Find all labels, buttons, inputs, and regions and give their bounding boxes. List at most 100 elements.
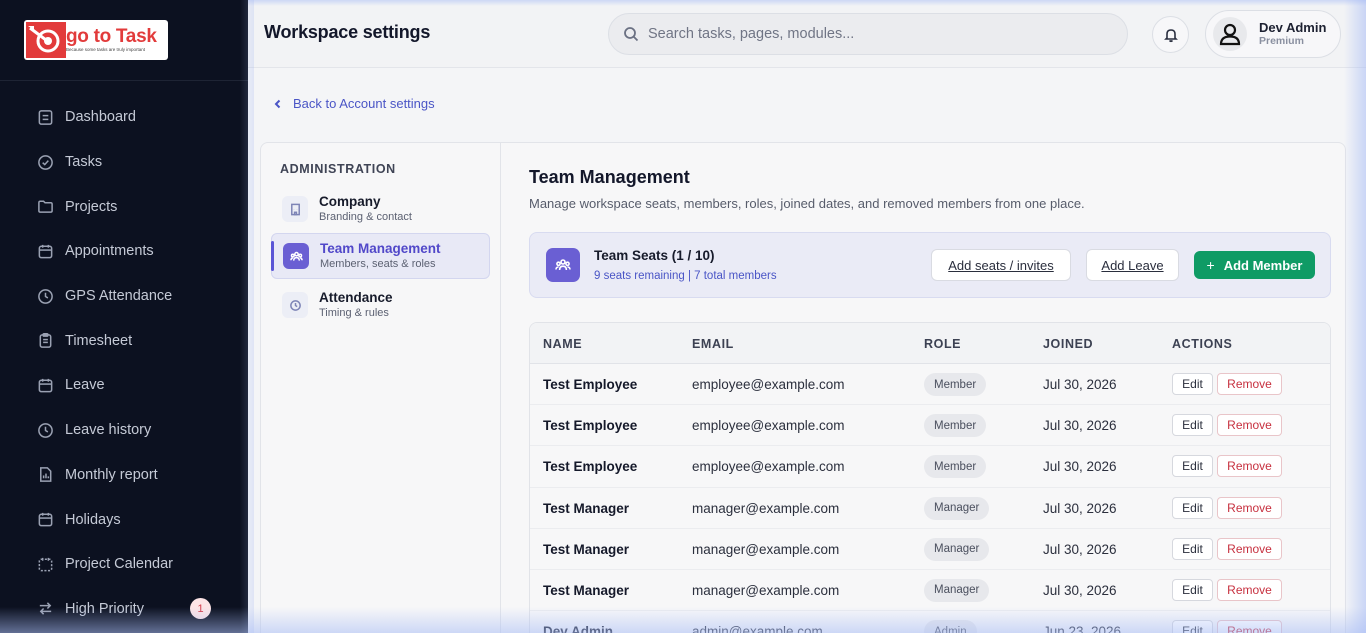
sidebar-item-label: Appointments xyxy=(65,243,154,260)
member-name: Test Manager xyxy=(543,541,630,557)
sidebar-item-project-calendar[interactable]: Project Calendar xyxy=(0,542,248,587)
sidebar-item-label: Monthly report xyxy=(65,466,158,483)
member-name: Test Employee xyxy=(543,459,638,475)
count-badge: 1 xyxy=(190,598,211,620)
member-joined-date: Jul 30, 2026 xyxy=(1043,541,1117,557)
member-name: Test Employee xyxy=(543,418,638,434)
sidebar-item-label: Projects xyxy=(65,198,118,215)
role-badge: Member xyxy=(924,373,987,396)
member-email: employee@example.com xyxy=(692,459,845,475)
sidebar-item-label: Dashboard xyxy=(65,109,136,126)
edit-member-button[interactable]: Edit xyxy=(1172,620,1213,633)
target-logo-icon xyxy=(26,22,66,58)
sidebar-nav: Dashboard Tasks Projects Appointments GP… xyxy=(0,81,248,631)
remove-member-button[interactable]: Remove xyxy=(1217,414,1282,437)
search-bar[interactable] xyxy=(608,13,1128,55)
add-member-label: Add Member xyxy=(1223,257,1303,273)
members-table: NAME EMAIL ROLE JOINED ACTIONS Test Empl… xyxy=(529,322,1331,633)
member-email: admin@example.com xyxy=(692,624,823,633)
sidebar-item-holidays[interactable]: Holidays xyxy=(0,497,248,542)
sidebar-item-dashboard[interactable]: Dashboard xyxy=(0,95,248,140)
notifications-button[interactable] xyxy=(1152,16,1189,53)
sidebar-item-label: Leave xyxy=(65,377,105,394)
remove-member-button[interactable]: Remove xyxy=(1217,620,1282,633)
logo-area: go to Task Because some tasks are truly … xyxy=(0,0,248,81)
sidebar-item-gps-attendance[interactable]: GPS Attendance xyxy=(0,274,248,319)
dashboard-icon xyxy=(36,108,54,126)
settings-nav-attendance[interactable]: Attendance Timing & rules xyxy=(271,282,490,328)
member-name: Test Manager xyxy=(543,500,630,516)
sidebar-item-timesheet[interactable]: Timesheet xyxy=(0,318,248,363)
clock-icon xyxy=(36,287,54,305)
sidebar-item-label: Project Calendar xyxy=(65,556,173,573)
sidebar-item-tasks[interactable]: Tasks xyxy=(0,140,248,185)
add-leave-button[interactable]: Add Leave xyxy=(1086,249,1179,281)
column-header-actions: ACTIONS xyxy=(1172,337,1233,351)
column-header-email: EMAIL xyxy=(692,337,734,351)
sidebar-item-leave[interactable]: Leave xyxy=(0,363,248,408)
remove-member-button[interactable]: Remove xyxy=(1217,496,1282,519)
settings-nav-title: Team Management xyxy=(320,241,441,256)
remove-member-button[interactable]: Remove xyxy=(1217,455,1282,478)
role-badge: Manager xyxy=(924,578,990,602)
settings-nav-desc: Branding & contact xyxy=(319,211,412,223)
settings-nav: ADMINISTRATION Company Branding & contac… xyxy=(261,143,501,633)
search-input[interactable] xyxy=(648,26,1088,42)
calendar-icon xyxy=(36,242,54,260)
table-row: Test Manager manager@example.com Manager Ju… xyxy=(530,528,1330,570)
edit-member-button[interactable]: Edit xyxy=(1172,578,1213,601)
clock-icon xyxy=(282,292,308,318)
user-name: Dev Admin xyxy=(1259,19,1327,35)
edit-member-button[interactable]: Edit xyxy=(1172,537,1213,560)
edit-member-button[interactable]: Edit xyxy=(1172,455,1213,478)
calendar-icon xyxy=(36,511,54,529)
edit-member-button[interactable]: Edit xyxy=(1172,414,1213,437)
add-seats-button[interactable]: Add seats / invites xyxy=(931,249,1071,281)
settings-panel: ADMINISTRATION Company Branding & contac… xyxy=(260,142,1346,633)
chevron-left-icon xyxy=(274,99,281,108)
member-email: employee@example.com xyxy=(692,418,845,434)
sidebar-item-label: GPS Attendance xyxy=(65,288,173,305)
clipboard-icon xyxy=(36,332,54,350)
report-icon xyxy=(36,466,54,484)
page-title: Workspace settings xyxy=(264,22,431,42)
edit-member-button[interactable]: Edit xyxy=(1172,373,1213,395)
settings-nav-heading: ADMINISTRATION xyxy=(280,162,396,176)
table-row: Test Employee employee@example.com Member J… xyxy=(530,446,1330,488)
role-badge: Manager xyxy=(924,537,990,561)
topbar: Workspace settings Dev Admin Premium xyxy=(248,0,1366,68)
settings-nav-company[interactable]: Company Branding & contact xyxy=(271,186,490,232)
seats-title: Team Seats (1 / 10) xyxy=(594,248,715,263)
team-icon xyxy=(546,248,580,282)
back-to-account-settings-link[interactable]: Back to Account settings xyxy=(272,96,435,111)
sidebar-item-leave-history[interactable]: Leave history xyxy=(0,408,248,453)
edge-glow xyxy=(1344,0,1366,633)
back-link-label: Back to Account settings xyxy=(293,96,435,111)
edit-member-button[interactable]: Edit xyxy=(1172,496,1213,519)
brand-logo[interactable]: go to Task Because some tasks are truly … xyxy=(24,20,168,60)
search-icon xyxy=(624,27,639,42)
sidebar-item-monthly-report[interactable]: Monthly report xyxy=(0,453,248,498)
settings-nav-title: Attendance xyxy=(319,290,393,305)
sidebar-item-label: Holidays xyxy=(65,511,121,528)
building-icon xyxy=(282,196,308,222)
remove-member-button[interactable]: Remove xyxy=(1217,373,1282,395)
sidebar-item-appointments[interactable]: Appointments xyxy=(0,229,248,274)
sidebar-item-label: High Priority xyxy=(65,600,144,617)
sidebar-item-label: Timesheet xyxy=(65,332,133,349)
plus-icon: + xyxy=(1206,257,1215,273)
member-joined-date: Jul 30, 2026 xyxy=(1043,582,1117,598)
add-member-button[interactable]: + Add Member xyxy=(1194,251,1315,279)
member-joined-date: Jul 30, 2026 xyxy=(1043,418,1117,434)
remove-member-button[interactable]: Remove xyxy=(1217,578,1282,601)
member-name: Test Manager xyxy=(543,582,630,598)
role-badge: Member xyxy=(924,455,987,479)
section-title: Team Management xyxy=(529,167,690,187)
column-header-joined: JOINED xyxy=(1043,337,1094,351)
settings-nav-team-management[interactable]: Team Management Members, seats & roles xyxy=(271,233,490,279)
remove-member-button[interactable]: Remove xyxy=(1217,537,1282,560)
sidebar-item-projects[interactable]: Projects xyxy=(0,184,248,229)
user-menu[interactable]: Dev Admin Premium xyxy=(1205,10,1341,58)
role-badge: Member xyxy=(924,414,987,438)
sidebar-item-high-priority[interactable]: High Priority 1 xyxy=(0,587,248,632)
